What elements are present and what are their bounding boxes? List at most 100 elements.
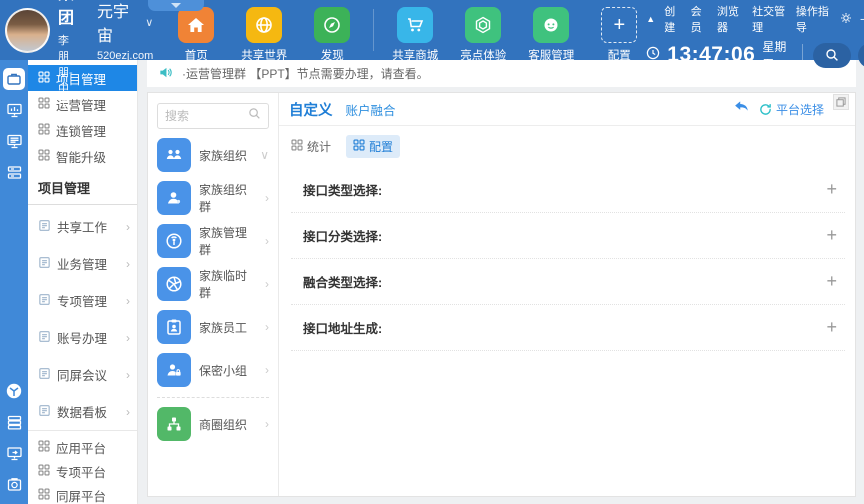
config-fields: 接口类型选择: + 接口分类选择: + 融合类型选择: + 接口地址生成: [279, 163, 855, 351]
company-name: 中机集团 [58, 0, 75, 28]
chevron-right-icon[interactable]: › [265, 320, 269, 334]
popout-window-icon[interactable] [833, 94, 849, 110]
menu-item-shared-work[interactable]: 共享工作 › [28, 208, 137, 245]
group-item-business-org[interactable]: 商圈组织 › [157, 407, 269, 441]
clipboard-person-icon [157, 310, 191, 344]
menu-item-special-platform[interactable]: 专项平台 [28, 459, 137, 483]
document-icon [38, 404, 51, 420]
tab-account-fusion[interactable]: 账户融合 [346, 100, 396, 119]
server-stack-icon[interactable] [3, 161, 25, 183]
menu-item-project-mgmt[interactable]: 项目管理 [28, 65, 137, 91]
panel-header: 自定义 账户融合 平台选择 [279, 93, 855, 126]
menu-item-same-screen-meeting[interactable]: 同屏会议 › [28, 356, 137, 393]
add-icon[interactable]: + [826, 225, 837, 246]
chevron-right-icon[interactable]: › [265, 277, 269, 291]
reply-arrow-icon[interactable] [733, 99, 750, 119]
chevron-right-icon[interactable]: › [265, 417, 269, 431]
rail-bottom-group [3, 380, 25, 504]
screen-lines-icon[interactable] [3, 130, 25, 152]
grid-icon [38, 464, 50, 479]
menu-item-data-dashboard[interactable]: 数据看板 › [28, 393, 137, 430]
menu-item-chain-mgmt[interactable]: 连锁管理 [28, 117, 137, 143]
menu-item-special-mgmt[interactable]: 专项管理 › [28, 282, 137, 319]
panel-header-actions: 平台选择 [733, 99, 849, 119]
group-item-family-org[interactable]: 家族组织 ∨ [157, 138, 269, 172]
menu-item-label: 同屏会议 [57, 365, 107, 384]
menu-item-operations-mgmt[interactable]: 运营管理 [28, 91, 137, 117]
upload-icon[interactable]: ▲ [646, 14, 655, 24]
nav-item-shared-world[interactable]: 共享世界 [237, 7, 291, 63]
group-item-family-staff[interactable]: 家族员工 › [157, 310, 269, 344]
link-guide[interactable]: 操作指导 [796, 3, 831, 35]
nav-label: 发现 [321, 47, 344, 63]
workspace-switcher[interactable]: 元宇宙 ∨ 520ezj.com [97, 0, 153, 62]
menu-item-app-platform[interactable]: 应用平台 [28, 435, 137, 459]
menu-item-same-screen-platform[interactable]: 同屏平台 [28, 483, 137, 504]
search-button[interactable] [813, 43, 851, 68]
link-create[interactable]: 创建 [664, 3, 681, 35]
monitor-share-icon[interactable] [3, 442, 25, 464]
chevron-right-icon: › [126, 257, 130, 271]
group-label: 家族组织 [199, 147, 252, 164]
group-item-secret-team[interactable]: 保密小组 › [157, 353, 269, 387]
nav-item-discover[interactable]: 发现 [305, 7, 359, 63]
link-social[interactable]: 社交管理 [752, 3, 787, 35]
link-member[interactable]: 会员 [691, 3, 708, 35]
nav-divider [373, 9, 374, 51]
nav-label: 配置 [608, 47, 631, 63]
tab-custom[interactable]: 自定义 [289, 99, 333, 120]
group-label: 家族组织群 [199, 181, 257, 215]
detail-panel: 自定义 账户融合 平台选择 [279, 93, 855, 496]
globe-icon [246, 7, 282, 43]
nav-item-config[interactable]: + 配置 [592, 7, 646, 63]
list-stack-icon[interactable] [3, 411, 25, 433]
nav-item-home[interactable]: 首页 [169, 7, 223, 63]
nav-item-customer-service[interactable]: 客服管理 [524, 7, 578, 63]
camera-case-icon[interactable] [3, 473, 25, 495]
grid-icon [38, 488, 50, 503]
add-icon[interactable]: + [826, 317, 837, 338]
nav-item-highlights[interactable]: 亮点体验 [456, 7, 510, 63]
sidebar-menu: 项目管理 运营管理 连锁管理 智能升级 项目管理 共享工作 [28, 60, 138, 504]
document-icon [38, 293, 51, 309]
briefcase-icon[interactable] [3, 68, 25, 90]
cube-3d-icon[interactable] [3, 380, 25, 402]
search-box[interactable] [157, 103, 269, 129]
search-input[interactable] [165, 109, 248, 123]
document-icon [38, 367, 51, 383]
subtab-config[interactable]: 配置 [346, 135, 400, 158]
nav-label: 亮点体验 [460, 47, 506, 63]
chevron-right-icon[interactable]: › [265, 191, 269, 205]
add-icon[interactable]: + [826, 179, 837, 200]
notification-text: ·运营管理群 【PPT】节点需要办理，请查看。 [182, 65, 429, 82]
org-tree-icon [157, 407, 191, 441]
chevron-right-icon[interactable]: › [265, 234, 269, 248]
profile-block[interactable]: 中机集团 李朋朋-中传云 [0, 0, 75, 60]
field-interface-type: 接口类型选择: + [291, 167, 845, 213]
chevron-down-icon[interactable]: ∨ [260, 148, 269, 162]
minimize-button[interactable]: ─ [861, 12, 864, 26]
chevron-right-icon[interactable]: › [265, 363, 269, 377]
subtab-row: 统计 配置 [279, 126, 855, 163]
collapse-tab-handle[interactable] [148, 0, 204, 11]
chart-monitor-icon[interactable] [3, 99, 25, 121]
menu-item-business-mgmt[interactable]: 业务管理 › [28, 245, 137, 282]
nav-label: 共享商城 [392, 47, 438, 63]
person-lock-icon [157, 353, 191, 387]
link-browser[interactable]: 浏览器 [717, 3, 743, 35]
chevron-down-icon[interactable]: ∨ [145, 16, 153, 29]
platform-select-button[interactable]: 平台选择 [759, 101, 824, 118]
group-item-family-temp-group[interactable]: 家族临时群 › [157, 267, 269, 301]
group-item-family-manage-group[interactable]: 家族管理群 › [157, 224, 269, 258]
more-button[interactable]: 更多 [858, 43, 864, 68]
settings-gear-icon[interactable] [840, 12, 852, 27]
avatar[interactable] [5, 8, 50, 53]
menu-item-label: 应用平台 [56, 438, 106, 457]
add-icon[interactable]: + [826, 271, 837, 292]
nav-item-shared-mall[interactable]: 共享商城 [388, 7, 442, 63]
menu-item-account-handling[interactable]: 账号办理 › [28, 319, 137, 356]
group-item-family-org-group[interactable]: 家族组织群 › [157, 181, 269, 215]
menu-item-smart-upgrade[interactable]: 智能升级 [28, 143, 137, 169]
workspace-domain: 520ezj.com [97, 50, 153, 62]
subtab-stats[interactable]: 统计 [291, 138, 331, 155]
